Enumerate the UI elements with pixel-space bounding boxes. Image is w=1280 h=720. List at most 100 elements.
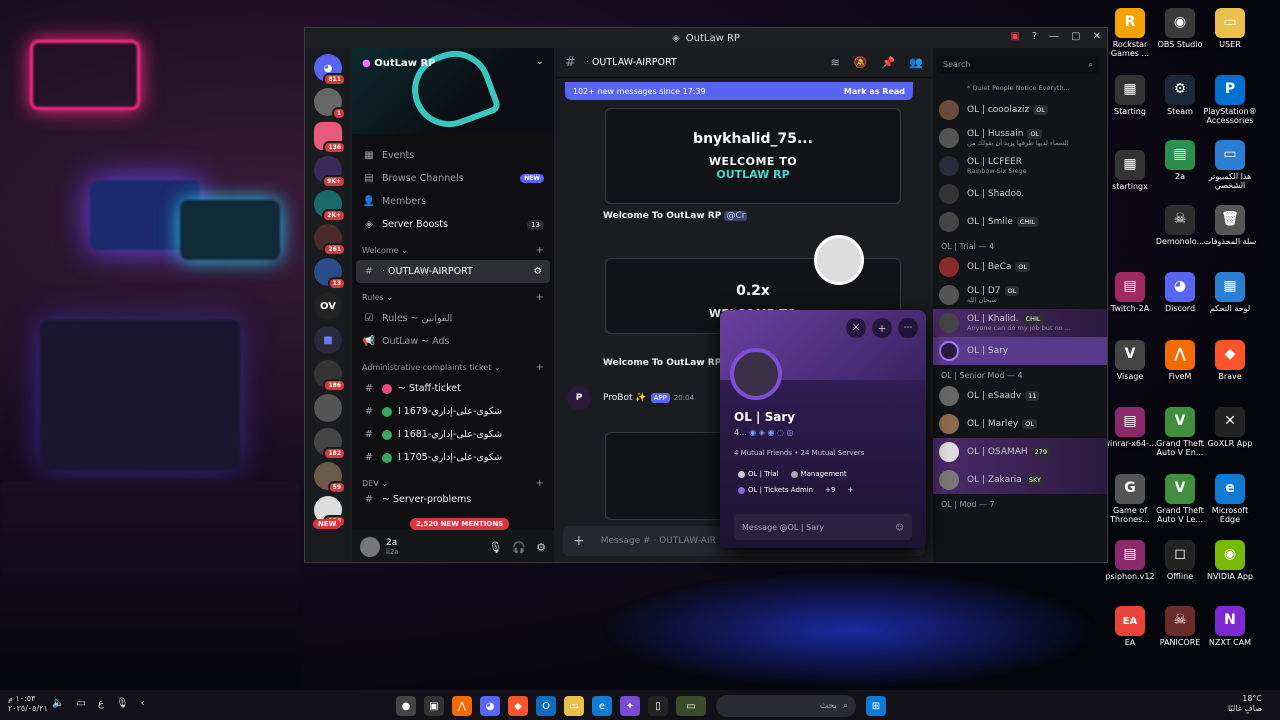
chevron-icon[interactable]: ‹ <box>141 698 145 709</box>
notepad-icon[interactable]: ▯ <box>648 696 668 716</box>
desktop-icon[interactable]: G Game of Thrones... <box>1102 474 1158 525</box>
avatar[interactable] <box>360 537 380 557</box>
server-icon[interactable] <box>314 394 342 422</box>
desktop-icon[interactable]: ◉ OBS Studio <box>1152 8 1208 50</box>
new-pill[interactable]: NEW <box>313 519 342 529</box>
desktop-icon[interactable]: ☠ Demonolo... <box>1152 205 1208 247</box>
desktop-icon[interactable]: ▤ psiphon.v12 <box>1102 540 1158 582</box>
help-icon[interactable]: ? <box>1032 31 1037 42</box>
desktop-icon[interactable]: V Grand Theft Auto V Le... <box>1152 474 1208 525</box>
category-rules[interactable]: Rules ⌄ + <box>352 287 554 307</box>
role-chip[interactable]: Management <box>787 468 851 480</box>
desktop-icon[interactable]: e Microsoft Edge <box>1202 474 1258 525</box>
member-item[interactable]: OL | cooolaziz OL <box>933 96 1107 124</box>
avatar[interactable]: P <box>567 386 591 410</box>
widgets-icon[interactable]: ▭ <box>676 696 706 716</box>
desktop-icon[interactable]: N NZXT CAM <box>1202 606 1258 648</box>
bot-name[interactable]: ProBot ✨ <box>603 393 647 403</box>
server-icon[interactable]: 2K+ <box>314 190 346 222</box>
channel-ticket[interactable]: # شكوى-على-إداري-1679 ا <box>352 400 554 423</box>
emoji-icon[interactable]: ☺ <box>896 523 904 532</box>
search-input[interactable]: Search ⌕ <box>937 56 1099 74</box>
headphones-icon[interactable]: 🎧 <box>512 541 526 554</box>
language-icon[interactable]: ع <box>98 698 104 709</box>
desktop-icon[interactable]: ☠ PANICORE <box>1152 606 1208 648</box>
avatar[interactable] <box>730 348 782 400</box>
microphone-icon[interactable]: 🎙 <box>488 541 502 554</box>
server-icon[interactable]: OV <box>314 292 342 320</box>
category-admin[interactable]: Administrative complaints ticket ⌄ + <box>352 357 554 377</box>
desktop-icon[interactable]: P PlayStation® Accessories <box>1202 75 1258 126</box>
member-item[interactable]: OL | D7 OL سبحان الله <box>933 281 1107 309</box>
new-messages-banner[interactable]: 102+ new messages since 17:39 Mark as Re… <box>565 82 913 100</box>
minimize-button[interactable]: — <box>1049 31 1059 42</box>
app-icon[interactable]: ● <box>396 696 416 716</box>
member-item[interactable]: OL | LCFEER Rainbow Six Siege <box>933 152 1107 180</box>
channel-staff-ticket[interactable]: # ~ Staff-ticket <box>352 377 554 400</box>
member-item[interactable]: OL | Smile CHIL <box>933 208 1107 236</box>
server-icon[interactable]: 59 <box>314 462 346 494</box>
server-header[interactable]: ● OutLaw RP ⌄ <box>352 48 554 138</box>
volume-icon[interactable]: 🔈 <box>52 698 64 709</box>
add-role-icon[interactable]: + <box>843 484 857 496</box>
new-mentions-pill[interactable]: 2,520 NEW MENTIONS <box>410 518 510 530</box>
mark-as-read-button[interactable]: Mark as Read <box>844 87 905 96</box>
desktop-icon[interactable]: ◕ Discord <box>1152 272 1208 314</box>
desktop-icon[interactable]: ▦ لوحة التحكم <box>1202 272 1258 314</box>
edge-icon[interactable]: e <box>592 696 612 716</box>
folder-icon[interactable]: ■ <box>314 326 342 354</box>
server-icon[interactable]: 136 <box>314 122 346 154</box>
terminal-icon[interactable]: ▣ <box>424 696 444 716</box>
brave-icon[interactable]: ◆ <box>508 696 528 716</box>
gear-icon[interactable]: ⚙ <box>536 541 546 554</box>
add-channel-icon[interactable]: + <box>536 478 544 489</box>
desktop-icon[interactable]: ▤ 2a <box>1152 140 1208 182</box>
desktop-icon[interactable]: ◻ Offline <box>1152 540 1208 582</box>
member-item[interactable]: OL | Hussain OL السماء لديها طرقها يريد أن… <box>933 124 1107 152</box>
more-roles[interactable]: +9 <box>821 484 839 496</box>
member-item[interactable]: OL | Khalid. CHIL Anyone can do my job but… <box>933 309 1107 337</box>
member-item[interactable]: OL | BeCa OL <box>933 253 1107 281</box>
more-icon[interactable]: ⋯ <box>898 318 918 338</box>
threads-icon[interactable]: ≋ <box>831 56 840 69</box>
desktop-icon[interactable]: EA EA <box>1102 606 1158 648</box>
channel-rules[interactable]: ☑ Rules ~ القوانين <box>352 307 554 330</box>
channel-ticket[interactable]: # شكوى-على-إداري-1681 ا <box>352 423 554 446</box>
close-button[interactable]: ✕ <box>1093 31 1101 42</box>
member-item[interactable]: OL | OSAMAH 279 <box>933 438 1107 466</box>
add-channel-icon[interactable]: + <box>536 292 544 303</box>
server-icon[interactable]: ◕ 811 <box>314 54 346 86</box>
events-item[interactable]: ▦ Events <box>352 144 554 167</box>
desktop-icon[interactable]: R Rockstar Games ... <box>1102 8 1158 59</box>
desktop-icon[interactable]: ▤ winrar-x64-... <box>1102 407 1158 449</box>
server-icon[interactable]: 261 <box>314 224 346 256</box>
outlook-icon[interactable]: O <box>536 696 556 716</box>
browse-channels-item[interactable]: ▤ Browse Channels NEW <box>352 167 554 190</box>
server-boosts-item[interactable]: ◈ Server Boosts 13 <box>352 213 554 236</box>
desktop-icon[interactable]: ▭ هذا الكمبيوتر الشخصي <box>1202 140 1258 191</box>
desktop-icon[interactable]: ▦ startingx <box>1102 150 1158 192</box>
desktop-icon[interactable]: ▭ USER <box>1202 8 1258 50</box>
role-chip[interactable]: OL | Tickets Admin <box>734 484 817 496</box>
channel-ads[interactable]: 📢 OutLaw ~ Ads <box>352 330 554 353</box>
discord-icon[interactable]: ◕ <box>480 696 500 716</box>
copilot-icon[interactable]: ✦ <box>620 696 640 716</box>
server-icon[interactable]: 13 <box>314 258 346 290</box>
settings-icon[interactable]: ⚙ <box>533 266 542 277</box>
desktop-icon[interactable]: ▦ Starting <box>1102 75 1158 117</box>
network-icon[interactable]: ▭ <box>76 698 85 709</box>
clock[interactable]: ١٠:٥٣ م ٢٠٢٥/٠٥/٢١ <box>8 694 48 713</box>
add-channel-icon[interactable]: + <box>536 245 544 256</box>
channel-server-problems[interactable]: # ~ Server-problems <box>352 493 554 505</box>
desktop-icon[interactable]: ⚙ Steam <box>1152 75 1208 117</box>
category-welcome[interactable]: Welcome ⌄ + <box>352 240 554 260</box>
mic-icon[interactable]: 🎙 <box>116 698 129 709</box>
desktop-icon[interactable]: ◉ NVIDIA App <box>1202 540 1258 582</box>
maximize-button[interactable]: ▢ <box>1071 31 1080 42</box>
member-item[interactable]: OL | Zakaria SKY <box>933 466 1107 494</box>
member-item[interactable]: OL | Marley OL <box>933 410 1107 438</box>
desktop-icon[interactable]: ✕ GoXLR App <box>1202 407 1258 449</box>
add-friend-icon[interactable]: ＋ <box>872 318 892 338</box>
server-icon[interactable]: 182 <box>314 428 346 460</box>
user-mention[interactable]: @Cr <box>724 211 748 221</box>
